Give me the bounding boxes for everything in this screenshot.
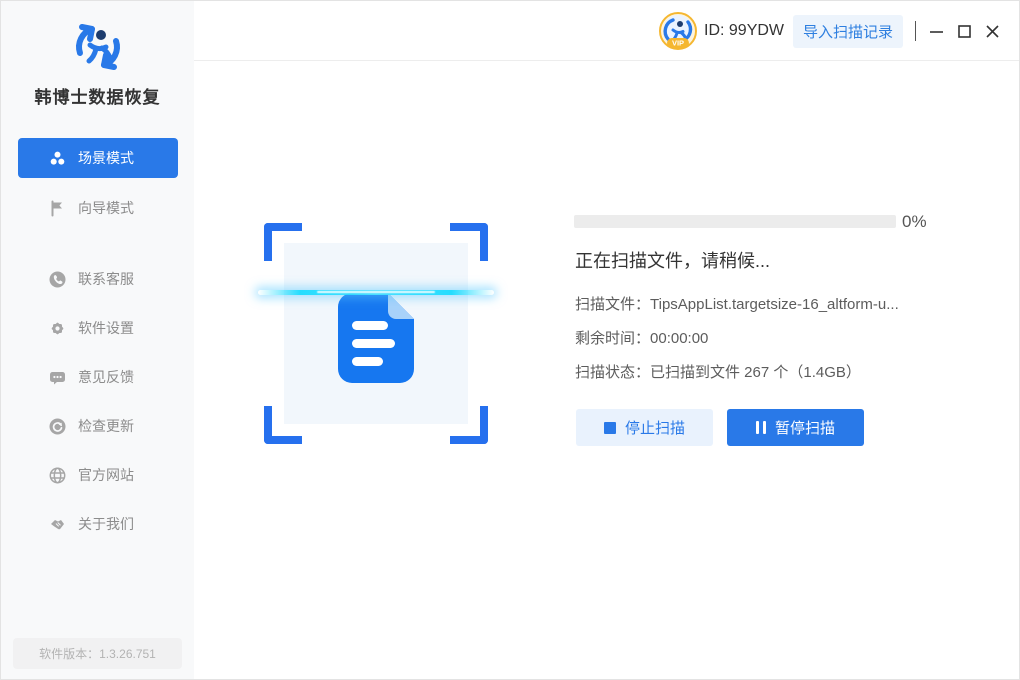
sidebar-item-scene-mode[interactable]: 场景模式 bbox=[18, 138, 178, 178]
handshake-icon bbox=[49, 516, 66, 533]
sidebar-item-label: 软件设置 bbox=[78, 318, 134, 338]
sidebar-item-label: 意见反馈 bbox=[78, 367, 134, 387]
pause-scan-button[interactable]: 暂停扫描 bbox=[727, 409, 864, 446]
update-icon bbox=[49, 418, 66, 435]
scan-state-value: 已扫描到文件 267 个（1.4GB） bbox=[650, 364, 861, 381]
document-icon bbox=[338, 293, 414, 388]
titlebar: VIP ID: 99YDW 导入扫描记录 bbox=[194, 1, 1020, 61]
pause-scan-label: 暂停扫描 bbox=[775, 417, 835, 438]
gear-icon bbox=[49, 320, 66, 337]
pause-icon bbox=[756, 421, 766, 434]
sidebar-item-contact-support[interactable]: 联系客服 bbox=[18, 259, 178, 299]
scan-status-title: 正在扫描文件，请稍候... bbox=[575, 247, 770, 273]
feedback-icon bbox=[49, 369, 66, 386]
scan-state-line: 扫描状态：已扫描到文件 267 个（1.4GB） bbox=[575, 361, 861, 382]
scan-animation-area bbox=[264, 223, 488, 444]
globe-icon bbox=[49, 467, 66, 484]
scan-time-label: 剩余时间： bbox=[575, 330, 650, 347]
sidebar-item-label: 向导模式 bbox=[78, 198, 134, 218]
sidebar-item-label: 场景模式 bbox=[78, 148, 134, 168]
scan-frame-corner bbox=[450, 223, 488, 261]
app-window: 韩博士数据恢复 场景模式 向导模式 联系客服 bbox=[0, 0, 1020, 680]
sidebar-item-wizard-mode[interactable]: 向导模式 bbox=[18, 188, 178, 228]
scan-file-value: TipsAppList.targetsize-16_altform-u... bbox=[650, 296, 899, 313]
scan-state-label: 扫描状态： bbox=[575, 364, 650, 381]
vip-badge: VIP bbox=[672, 39, 684, 48]
version-badge: 软件版本：1.3.26.751 bbox=[13, 638, 182, 669]
sidebar: 韩博士数据恢复 场景模式 向导模式 联系客服 bbox=[1, 1, 194, 680]
close-button[interactable] bbox=[978, 1, 1006, 61]
user-avatar[interactable]: VIP bbox=[659, 12, 697, 50]
scene-mode-icon bbox=[49, 150, 66, 167]
app-logo-icon bbox=[66, 15, 130, 79]
scan-progress-bar bbox=[574, 215, 896, 228]
import-scan-records-button[interactable]: 导入扫描记录 bbox=[793, 15, 903, 48]
sidebar-item-feedback[interactable]: 意见反馈 bbox=[18, 357, 178, 397]
minimize-button[interactable] bbox=[922, 1, 950, 61]
sidebar-item-check-updates[interactable]: 检查更新 bbox=[18, 406, 178, 446]
sidebar-item-label: 关于我们 bbox=[78, 514, 134, 534]
scan-file-label: 扫描文件： bbox=[575, 296, 650, 313]
scan-actions: 停止扫描 暂停扫描 bbox=[576, 409, 864, 446]
app-title: 韩博士数据恢复 bbox=[1, 83, 194, 108]
sidebar-item-label: 检查更新 bbox=[78, 416, 134, 436]
stop-icon bbox=[604, 422, 616, 434]
sidebar-item-official-website[interactable]: 官方网站 bbox=[18, 455, 178, 495]
scan-progress-percent: 0% bbox=[902, 212, 927, 232]
scan-file-line: 扫描文件：TipsAppList.targetsize-16_altform-u… bbox=[575, 293, 899, 314]
stop-scan-button[interactable]: 停止扫描 bbox=[576, 409, 713, 446]
scan-frame-corner bbox=[264, 223, 302, 261]
flag-icon bbox=[49, 200, 66, 217]
sidebar-item-about-us[interactable]: 关于我们 bbox=[18, 504, 178, 544]
sidebar-item-label: 官方网站 bbox=[78, 465, 134, 485]
maximize-button[interactable] bbox=[950, 1, 978, 61]
scan-time-value: 00:00:00 bbox=[650, 330, 708, 347]
titlebar-separator bbox=[915, 21, 916, 41]
stop-scan-label: 停止扫描 bbox=[625, 417, 685, 438]
scan-line bbox=[258, 290, 494, 295]
app-logo bbox=[1, 15, 194, 84]
scan-frame-corner bbox=[450, 406, 488, 444]
sidebar-item-settings[interactable]: 软件设置 bbox=[18, 308, 178, 348]
phone-icon bbox=[49, 271, 66, 288]
sidebar-item-label: 联系客服 bbox=[78, 269, 134, 289]
scan-time-line: 剩余时间：00:00:00 bbox=[575, 327, 708, 348]
scan-frame-corner bbox=[264, 406, 302, 444]
user-id: ID: 99YDW bbox=[704, 1, 784, 61]
